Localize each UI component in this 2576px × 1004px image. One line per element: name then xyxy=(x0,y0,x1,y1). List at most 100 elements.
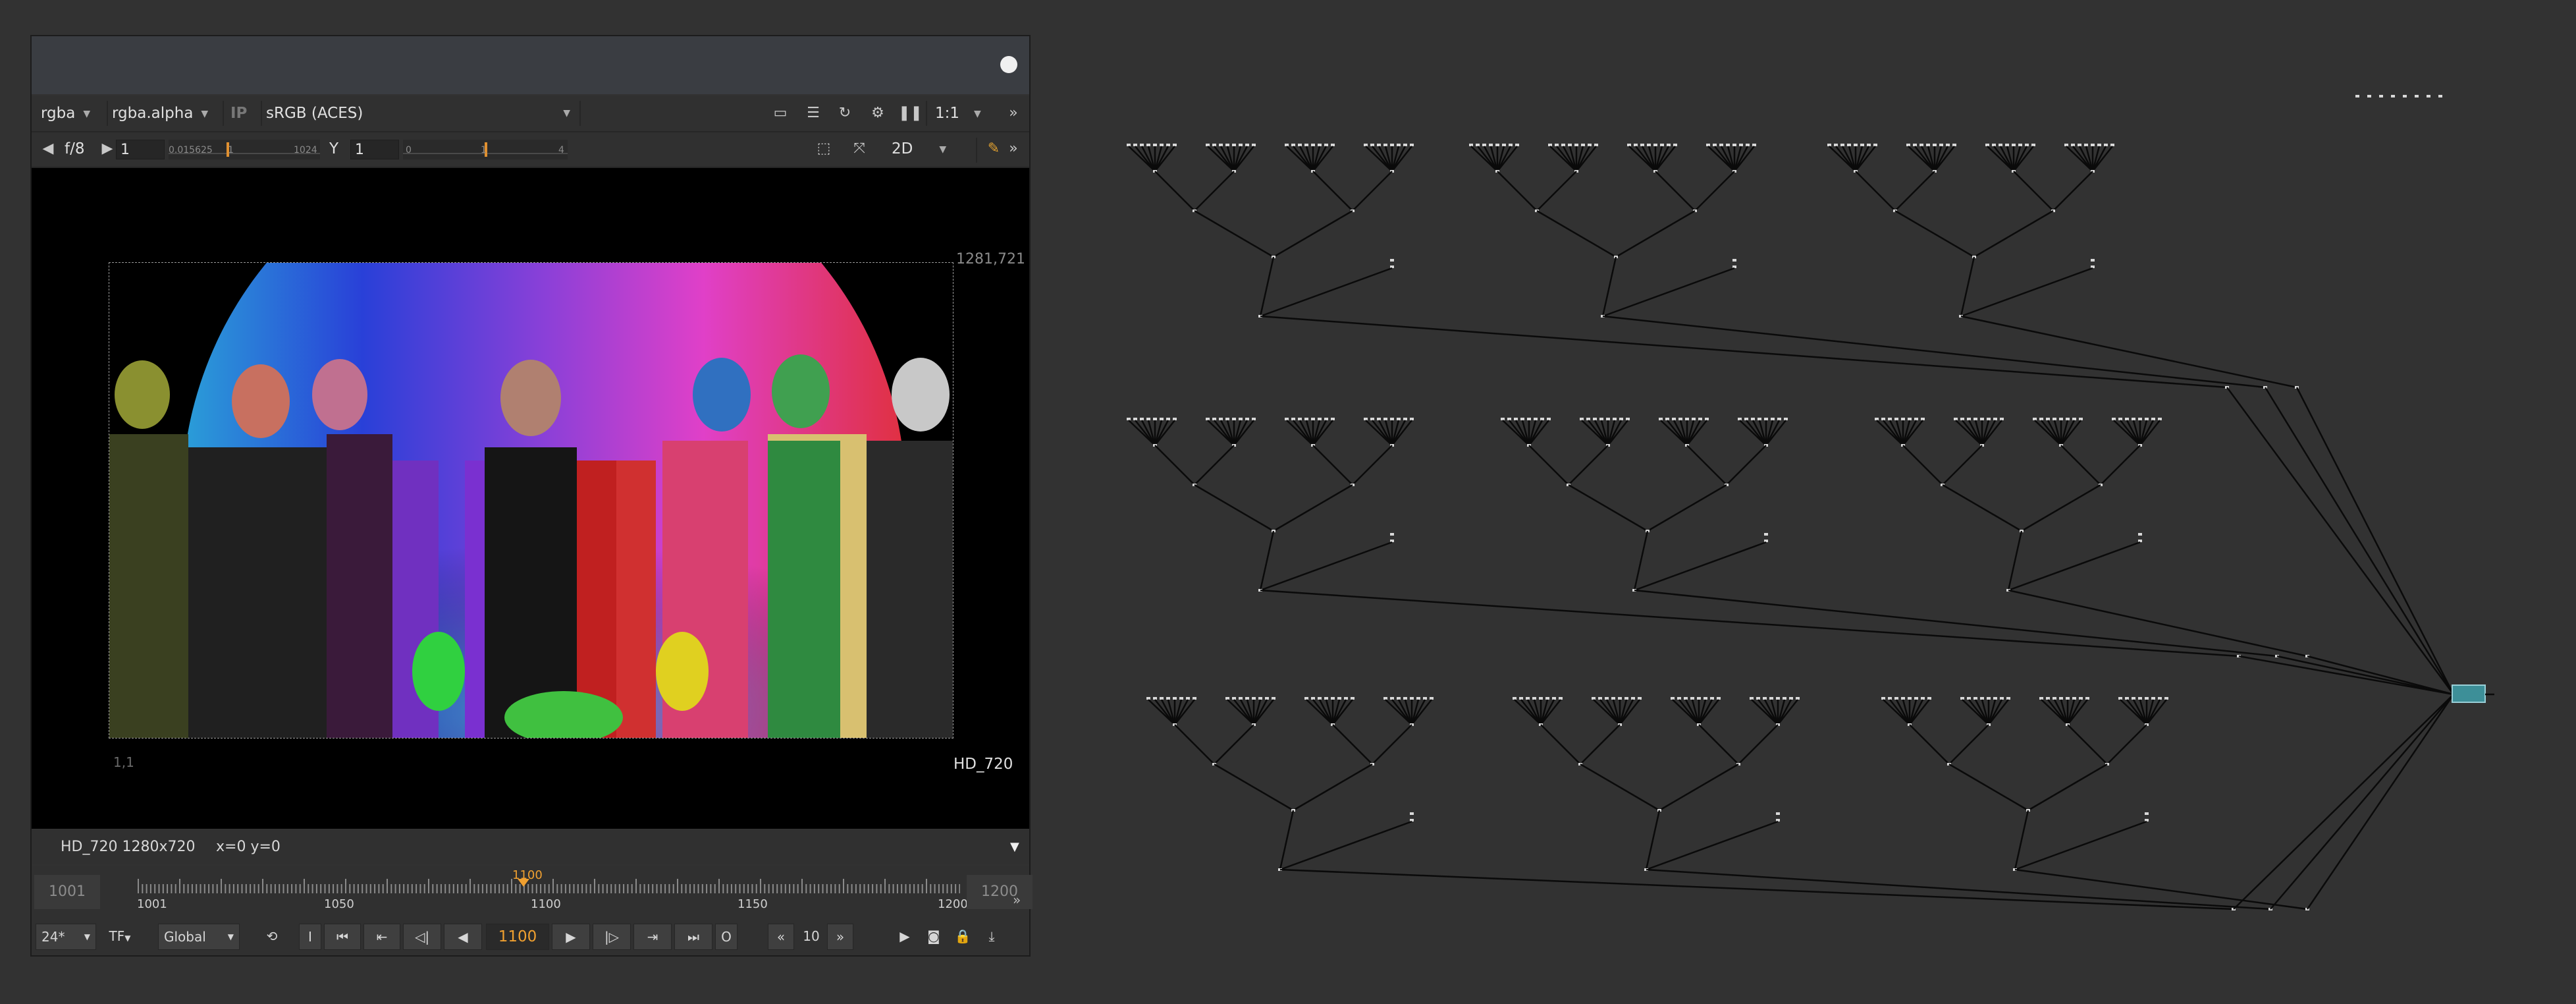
source-node[interactable] xyxy=(1311,144,1315,146)
gain-field[interactable]: 1 xyxy=(116,140,165,159)
source-node[interactable] xyxy=(1383,697,1387,700)
source-node[interactable] xyxy=(1618,697,1622,700)
source-node[interactable] xyxy=(1685,418,1689,420)
source-node[interactable] xyxy=(1153,697,1157,700)
source-node[interactable] xyxy=(1987,697,1991,700)
source-node[interactable] xyxy=(1777,418,1781,420)
source-node[interactable] xyxy=(1568,144,1572,146)
out-frame-field[interactable]: 1200 xyxy=(967,875,1033,909)
source-node[interactable] xyxy=(1252,144,1256,146)
source-node[interactable] xyxy=(1653,144,1657,146)
source-node[interactable] xyxy=(1881,418,1885,420)
step-forward-icon[interactable]: » xyxy=(827,924,853,950)
source-node[interactable] xyxy=(1430,697,1434,700)
source-node[interactable] xyxy=(1304,697,1308,700)
colorspace-dropdown[interactable]: sRGB (ACES) ▼ xyxy=(266,102,576,125)
source-node[interactable] xyxy=(1410,697,1414,700)
source-node[interactable] xyxy=(1980,697,1984,700)
source-node[interactable] xyxy=(1605,697,1609,700)
viewer-output-node[interactable] xyxy=(2452,684,2486,703)
source-node[interactable] xyxy=(1160,697,1164,700)
source-node[interactable] xyxy=(1153,418,1157,420)
paint-brush-icon[interactable]: ✎ xyxy=(982,138,1005,160)
source-node[interactable] xyxy=(1489,144,1493,146)
source-node[interactable] xyxy=(1598,697,1602,700)
source-node[interactable] xyxy=(2066,697,2070,700)
pause-icon[interactable]: ❚❚ xyxy=(898,102,923,125)
source-node[interactable] xyxy=(1987,418,1991,420)
source-node[interactable] xyxy=(1719,144,1723,146)
source-node[interactable] xyxy=(2046,697,2050,700)
source-node[interactable] xyxy=(1285,144,1289,146)
source-node[interactable] xyxy=(1776,697,1780,700)
source-node[interactable] xyxy=(1992,144,1996,146)
source-node[interactable] xyxy=(2091,144,2095,146)
source-node[interactable] xyxy=(1153,144,1157,146)
source-node[interactable] xyxy=(2110,144,2114,146)
source-node[interactable] xyxy=(1588,144,1592,146)
source-node[interactable] xyxy=(1784,418,1788,420)
source-node[interactable] xyxy=(1640,144,1644,146)
source-node[interactable] xyxy=(1285,418,1289,420)
source-node[interactable] xyxy=(1677,697,1681,700)
source-node[interactable] xyxy=(1671,697,1675,700)
source-node[interactable] xyxy=(2059,418,2063,420)
source-node[interactable] xyxy=(1416,697,1420,700)
source-node[interactable] xyxy=(1532,697,1536,700)
source-node[interactable] xyxy=(1127,418,1131,420)
source-node[interactable] xyxy=(1547,418,1551,420)
source-node[interactable] xyxy=(1678,418,1682,420)
source-node[interactable] xyxy=(1383,418,1387,420)
source-node[interactable] xyxy=(1219,418,1223,420)
source-node[interactable] xyxy=(1390,418,1394,420)
source-node[interactable] xyxy=(1684,697,1688,700)
source-node[interactable] xyxy=(1298,418,1302,420)
source-node[interactable] xyxy=(1594,144,1598,146)
source-node[interactable] xyxy=(1495,144,1499,146)
source-node[interactable] xyxy=(1239,697,1243,700)
source-node[interactable] xyxy=(1559,697,1563,700)
side-node[interactable] xyxy=(1390,540,1394,542)
source-node[interactable] xyxy=(1580,418,1584,420)
source-node[interactable] xyxy=(2097,144,2101,146)
source-node[interactable] xyxy=(2138,418,2142,420)
source-node[interactable] xyxy=(1377,418,1381,420)
expand-toolbar-icon[interactable]: » xyxy=(1004,138,1023,160)
source-node[interactable] xyxy=(1717,697,1721,700)
source-node[interactable] xyxy=(1581,144,1585,146)
source-node[interactable] xyxy=(1973,697,1977,700)
source-node[interactable] xyxy=(1913,144,1917,146)
refresh-icon[interactable]: ↻ xyxy=(834,102,856,125)
source-node[interactable] xyxy=(2158,418,2162,420)
source-node[interactable] xyxy=(1854,144,1858,146)
source-node[interactable] xyxy=(1561,144,1565,146)
source-node[interactable] xyxy=(1232,418,1236,420)
side-node[interactable] xyxy=(1410,812,1414,815)
source-node[interactable] xyxy=(1272,697,1275,700)
source-node[interactable] xyxy=(1624,697,1628,700)
source-node[interactable] xyxy=(2053,418,2056,420)
source-node[interactable] xyxy=(1539,697,1543,700)
source-node[interactable] xyxy=(1713,144,1717,146)
source-node[interactable] xyxy=(1146,144,1150,146)
source-node[interactable] xyxy=(1318,144,1322,146)
source-node[interactable] xyxy=(1337,697,1341,700)
source-node[interactable] xyxy=(1403,144,1407,146)
source-node[interactable] xyxy=(1555,144,1559,146)
view-mode-dropdown[interactable]: 2D ▼ xyxy=(892,138,971,160)
side-node[interactable] xyxy=(2145,812,2149,815)
source-node[interactable] xyxy=(1146,418,1150,420)
side-node[interactable] xyxy=(1390,533,1394,536)
source-node[interactable] xyxy=(1738,418,1742,420)
source-node[interactable] xyxy=(1840,144,1844,146)
source-node[interactable] xyxy=(1967,697,1971,700)
next-keyframe-icon[interactable]: ⇥ xyxy=(633,924,672,950)
source-node[interactable] xyxy=(1746,144,1750,146)
in-frame-field[interactable]: 1001 xyxy=(34,875,100,909)
source-node[interactable] xyxy=(1377,144,1381,146)
source-node[interactable] xyxy=(1993,697,1997,700)
source-node[interactable] xyxy=(1166,697,1170,700)
source-node[interactable] xyxy=(1239,418,1243,420)
source-node[interactable] xyxy=(2079,418,2083,420)
source-node[interactable] xyxy=(1914,697,1918,700)
